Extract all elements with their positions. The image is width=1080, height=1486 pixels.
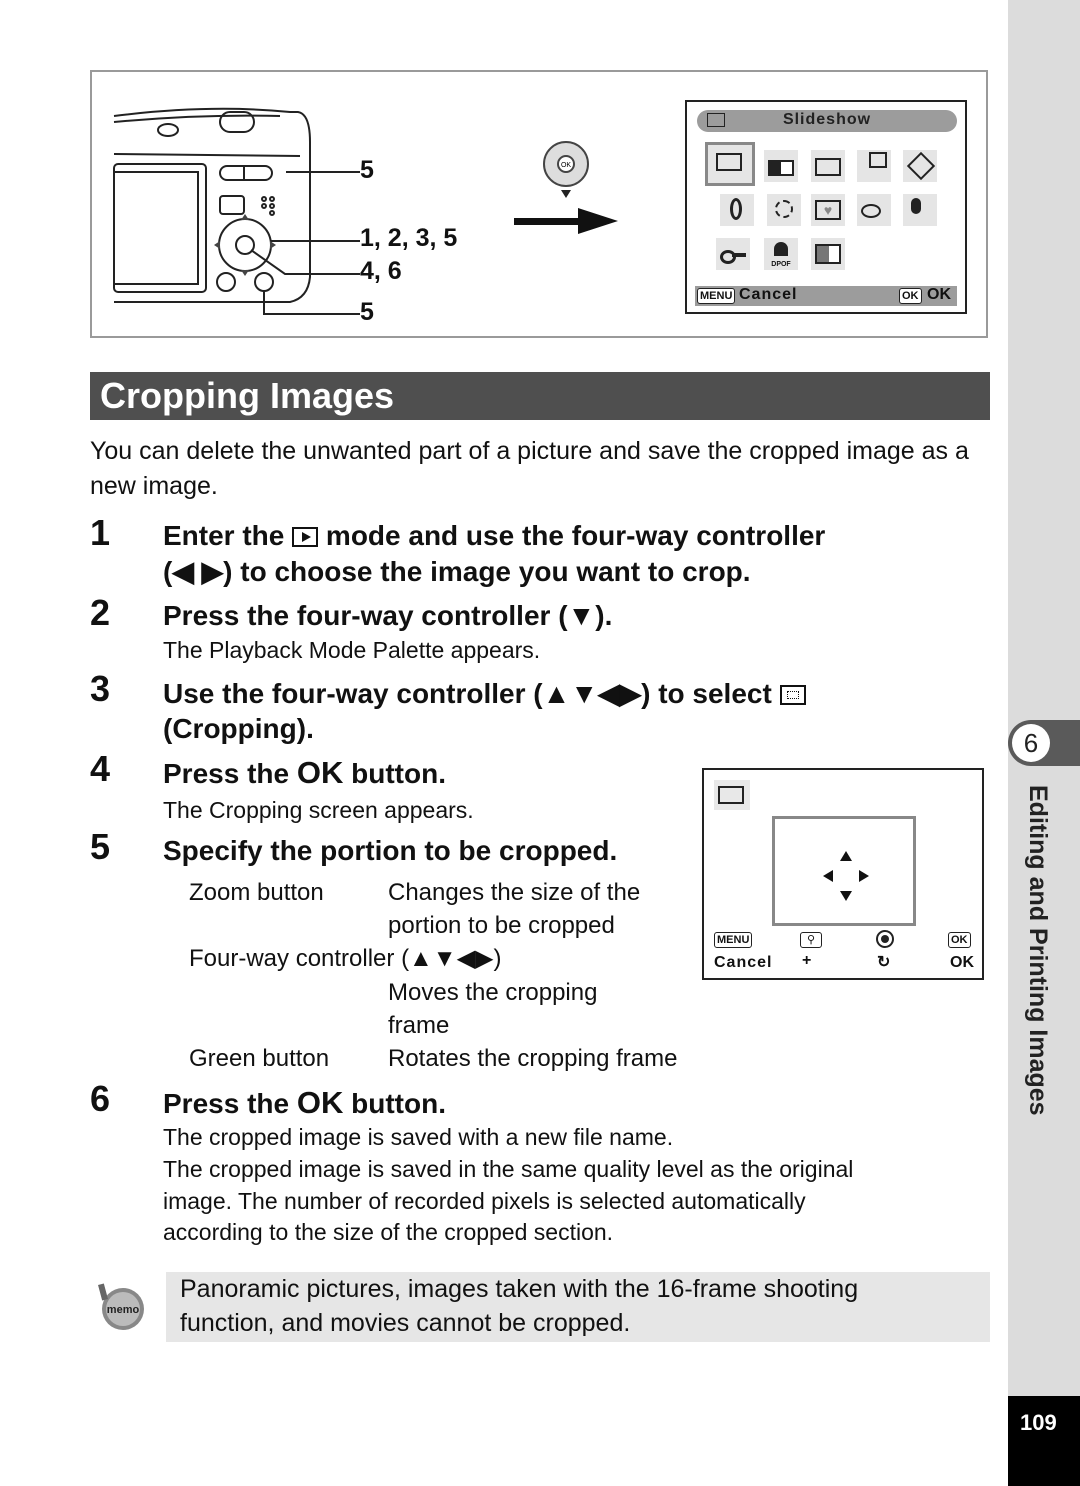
- image-copy-icon[interactable]: [857, 150, 891, 182]
- step-text: Press the: [163, 1088, 290, 1119]
- playback-icon: [707, 113, 725, 127]
- step-heading: Use the four-way controller (▲▼◀▶) to se…: [163, 676, 806, 712]
- crop-frame[interactable]: [772, 816, 916, 926]
- ok-button-label: OK: [296, 755, 344, 790]
- memo-text-line: function, and movies cannot be cropped.: [180, 1309, 631, 1337]
- callout-label: 5: [360, 156, 374, 184]
- memo-icon: memo: [98, 1283, 144, 1330]
- four-way-controller-icon: OK: [514, 141, 618, 234]
- memo-text: Panoramic pictures, images taken with th…: [180, 1272, 858, 1340]
- slideshow-icon[interactable]: [705, 142, 755, 186]
- step-heading-line2: (◀ ▶) to choose the image you want to cr…: [163, 556, 751, 587]
- voice-memo-icon[interactable]: [903, 194, 937, 226]
- cancel-label: Cancel: [739, 286, 798, 303]
- playback-palette-screen: Slideshow ♥ DPOF MENU Cancel OK OK: [685, 100, 967, 314]
- svg-text:OK: OK: [561, 162, 571, 169]
- step-heading: Specify the portion to be cropped.: [163, 835, 618, 866]
- cropping-screen: MENU Cancel ⚲ + ↻ OK OK: [702, 768, 984, 980]
- step-text: button.: [351, 758, 446, 789]
- digital-filter-icon[interactable]: [720, 194, 754, 226]
- ok-label: OK: [950, 954, 974, 971]
- rotate-icon[interactable]: [903, 150, 937, 182]
- step-description: The Cropping screen appears.: [163, 797, 474, 823]
- startup-screen-icon[interactable]: [811, 238, 845, 270]
- control-description: Moves the cropping: [388, 979, 598, 1006]
- callout-label: 1, 2, 3, 5: [360, 224, 458, 252]
- cropping-mode-icon: [714, 780, 750, 810]
- control-name: Zoom button: [189, 879, 324, 906]
- cancel-label: Cancel: [714, 954, 773, 971]
- palette-title: Slideshow: [782, 111, 872, 128]
- memo-box: Panoramic pictures, images taken with th…: [166, 1272, 990, 1342]
- camera-back-illustration: [113, 107, 360, 315]
- control-description: portion to be cropped: [388, 912, 615, 939]
- step-description: The cropped image is saved in the same q…: [163, 1156, 854, 1182]
- control-name: Four-way controller (▲▼◀▶): [189, 945, 502, 972]
- chapter-title: Editing and Printing Images: [1024, 785, 1052, 1116]
- intro-text: You can delete the unwanted part of a pi…: [90, 437, 969, 500]
- step-heading-line2: (Cropping).: [163, 713, 314, 744]
- step-heading: Press the four-way controller (▼).: [163, 600, 613, 631]
- zoom-button-icon: ⚲: [800, 932, 822, 948]
- green-button-icon: [876, 930, 894, 948]
- ok-button-icon: OK: [899, 288, 922, 304]
- step-text: mode and use the four-way controller: [325, 520, 826, 551]
- dpof-icon[interactable]: DPOF: [764, 238, 798, 270]
- step-heading: Press the OK button.: [163, 1085, 446, 1122]
- four-way-arrows-icon: [823, 851, 869, 901]
- step-description: according to the size of the cropped sec…: [163, 1219, 614, 1245]
- step-description: The Playback Mode Palette appears.: [163, 637, 541, 663]
- control-description: frame: [388, 1012, 450, 1039]
- ok-button-label: OK: [296, 1085, 344, 1120]
- cropping-icon[interactable]: [811, 150, 845, 182]
- step-text: Enter the: [163, 520, 285, 551]
- step-number: 4: [90, 748, 111, 789]
- frame-composite-icon[interactable]: ♥: [811, 194, 845, 226]
- page-number: 109: [1020, 1410, 1057, 1435]
- page-number-box: 109: [1008, 1396, 1080, 1486]
- step-number: 3: [90, 668, 111, 709]
- rotate-arrows-icon: ↻: [877, 954, 891, 971]
- step-heading: Press the OK button.: [163, 755, 446, 792]
- palette-title-bar: Slideshow: [697, 110, 957, 132]
- ok-label: OK: [927, 286, 951, 303]
- control-description: Changes the size of the: [388, 879, 641, 906]
- resize-icon[interactable]: [764, 150, 798, 182]
- section-header: Cropping Images: [90, 372, 990, 420]
- section-title: Cropping Images: [100, 375, 395, 416]
- menu-button-icon: MENU: [697, 288, 736, 304]
- step-number: 2: [90, 592, 111, 633]
- menu-button-icon: MENU: [714, 932, 753, 948]
- protect-icon[interactable]: [716, 238, 750, 270]
- palette-bottom-bar: MENU Cancel OK OK: [695, 286, 957, 306]
- step-description: image. The number of recorded pixels is …: [163, 1188, 806, 1214]
- memo-text-line: Panoramic pictures, images taken with th…: [180, 1275, 859, 1303]
- step-description: The cropped image is saved with a new fi…: [163, 1124, 674, 1150]
- step-heading: Enter the mode and use the four-way cont…: [163, 518, 825, 554]
- cropping-icon: [779, 685, 806, 705]
- step-text: button.: [351, 1088, 446, 1119]
- brightness-filter-icon[interactable]: [767, 194, 801, 226]
- playback-mode-icon: [292, 527, 319, 547]
- svg-text:memo: memo: [107, 1304, 140, 1316]
- step-number: 5: [90, 826, 111, 867]
- ok-button-icon: OK: [948, 932, 971, 948]
- step-number: 6: [90, 1078, 111, 1119]
- chapter-number: 6: [1012, 724, 1050, 762]
- red-eye-edit-icon[interactable]: [857, 194, 891, 226]
- control-name: Green button: [189, 1045, 330, 1072]
- callout-label: 4, 6: [360, 257, 402, 285]
- step-number: 1: [90, 512, 111, 553]
- control-description: Rotates the cropping frame: [388, 1045, 678, 1072]
- camera-figure: 5 1, 2, 3, 5 4, 6 5 OK Slideshow ♥ DPOF …: [90, 70, 988, 338]
- callout-label: 5: [360, 298, 374, 326]
- resize-frame-icon: +: [802, 952, 812, 969]
- step-text: Press the: [163, 758, 290, 789]
- step-text: Use the four-way controller (▲▼◀▶) to se…: [163, 678, 772, 709]
